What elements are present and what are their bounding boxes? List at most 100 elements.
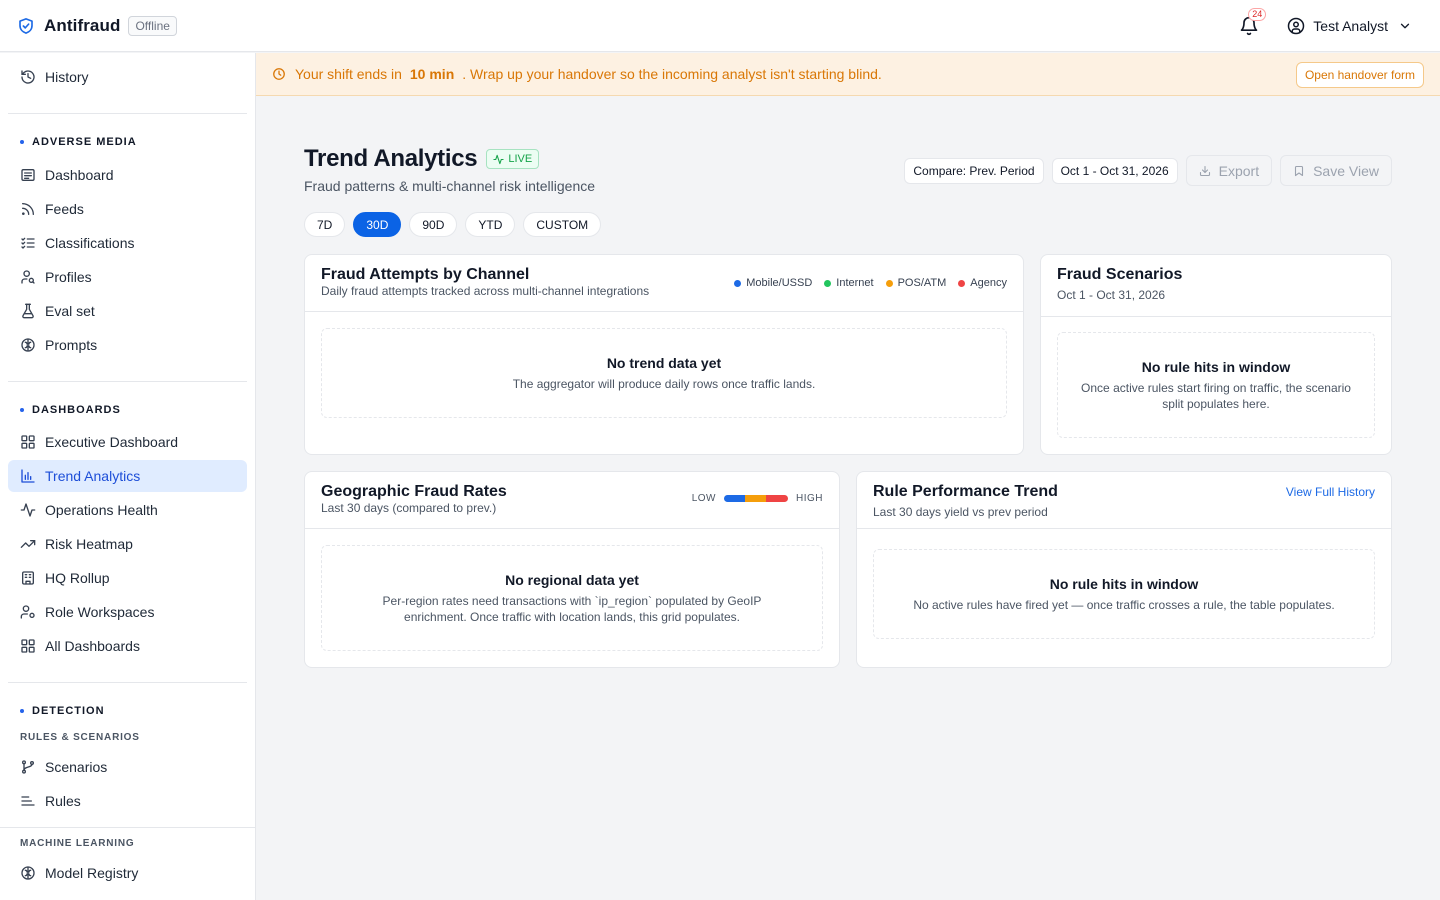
sidebar-item-risk-heatmap[interactable]: Risk Heatmap — [8, 528, 247, 560]
top-bar: Antifraud Offline 24 Test Analyst — [0, 0, 1440, 52]
sidebar-item-trend-analytics[interactable]: Trend Analytics — [8, 460, 247, 492]
empty-description: Once active rules start firing on traffi… — [1081, 381, 1351, 411]
building-icon — [22, 571, 34, 585]
scale-low-label: LOW — [691, 493, 716, 504]
flask-icon — [22, 303, 34, 319]
page-title: Trend Analytics — [304, 145, 478, 172]
sidebar-item-history[interactable]: History — [8, 61, 247, 93]
empty-title: No rule hits in window — [1049, 576, 1199, 592]
empty-description: The aggregator will produce daily rows o… — [512, 377, 816, 391]
sidebar-item-label: Dashboard — [45, 167, 114, 183]
card-subtitle: Last 30 days (compared to prev.) — [321, 501, 497, 515]
range-7d[interactable]: 7D — [304, 212, 346, 237]
rate-scale: LOW HIGH — [692, 493, 823, 504]
section-heading-dashboards: DASHBOARDS — [20, 404, 121, 416]
sidebar-item-label: History — [45, 69, 89, 85]
card-title: Fraud Scenarios — [1057, 266, 1183, 283]
sidebar-item-rules[interactable]: Rules — [8, 785, 247, 817]
compare-select[interactable]: Compare: Prev. Period — [904, 157, 1044, 184]
card-subtitle: Last 30 days yield vs prev period — [873, 505, 1048, 519]
page-subtitle: Fraud patterns & multi-channel risk inte… — [304, 178, 596, 194]
view-full-history-link[interactable]: View Full History — [1286, 485, 1375, 499]
sidebar-item-classifications[interactable]: Classifications — [8, 227, 247, 259]
empty-title: No regional data yet — [505, 572, 639, 588]
empty-title: No rule hits in window — [1141, 359, 1291, 375]
user-cog-icon — [20, 605, 35, 619]
divider — [8, 682, 247, 683]
git-branch-icon — [22, 760, 34, 774]
sidebar-item-model-registry[interactable]: Model Registry — [8, 857, 247, 889]
card-subtitle: Daily fraud attempts tracked across mult… — [321, 284, 650, 298]
section-heading-adverse-media: ADVERSE MEDIA — [20, 136, 137, 148]
trending-up-icon — [20, 540, 36, 548]
empty-state: No trend data yet The aggregator will pr… — [321, 328, 1007, 418]
empty-description: No active rules have fired yet — once tr… — [913, 598, 1335, 612]
empty-title: No trend data yet — [606, 355, 722, 371]
sidebar-item-eval-set[interactable]: Eval set — [8, 295, 247, 327]
empty-state: No rule hits in window No active rules h… — [873, 549, 1375, 639]
sidebar-item-label: Classifications — [45, 235, 135, 251]
scenarios-card: Fraud Scenarios Oct 1 - Oct 31, 2026 No … — [1040, 254, 1392, 455]
user-name: Test Analyst — [1313, 18, 1388, 34]
user-menu[interactable]: Test Analyst — [1287, 17, 1412, 35]
shield-icon — [19, 17, 33, 34]
date-range-picker[interactable]: Oct 1 - Oct 31, 2026 — [1051, 157, 1178, 184]
divider — [1041, 316, 1391, 317]
sidebar-item-label: Role Workspaces — [45, 604, 155, 620]
range-ytd[interactable]: YTD — [465, 212, 516, 237]
clock-icon — [273, 68, 285, 80]
brand[interactable]: Antifraud Offline — [17, 15, 177, 36]
shift-banner: Your shift ends in 10 min. Wrap up your h… — [256, 53, 1440, 96]
subsection-heading-rules: RULES & SCENARIOS — [20, 732, 140, 743]
sidebar-item-executive-dashboard[interactable]: Executive Dashboard — [8, 426, 247, 458]
divider — [8, 113, 247, 114]
app-name: Antifraud — [44, 15, 121, 35]
sidebar-item-label: Feeds — [45, 201, 84, 217]
sidebar-item-scenarios[interactable]: Scenarios — [8, 751, 247, 783]
sidebar-item-label: Eval set — [45, 303, 95, 319]
subsection-heading-ml: MACHINE LEARNING — [20, 838, 135, 849]
sidebar-item-hq-rollup[interactable]: HQ Rollup — [8, 562, 247, 594]
grid-icon — [21, 639, 35, 653]
sidebar-item-profiles[interactable]: Profiles — [8, 261, 247, 293]
brain-icon — [21, 866, 35, 880]
history-icon — [21, 70, 35, 84]
sidebar-item-feeds[interactable]: Feeds — [8, 193, 247, 225]
range-30d[interactable]: 30D — [353, 212, 402, 237]
sidebar-item-label: Trend Analytics — [45, 468, 141, 484]
notifications-button[interactable]: 24 — [1239, 8, 1267, 36]
sidebar-item-role-workspaces[interactable]: Role Workspaces — [8, 596, 247, 628]
user-circle-icon — [1288, 17, 1305, 35]
bar-chart-icon — [21, 469, 35, 483]
legend-item: POS/ATM — [885, 277, 946, 289]
sidebar-item-dashboard[interactable]: Dashboard — [8, 159, 247, 191]
download-icon — [1199, 165, 1210, 176]
chevron-down-icon — [1400, 23, 1410, 29]
card-title: Geographic Fraud Rates — [321, 483, 507, 500]
pulse-icon — [493, 154, 504, 164]
sidebar-item-operations-health[interactable]: Operations Health — [8, 494, 247, 526]
grid-icon — [21, 435, 35, 449]
divider — [305, 528, 839, 529]
banner-text: Your shift ends in 10 min. Wrap up your h… — [295, 66, 882, 82]
sidebar-item-all-dashboards[interactable]: All Dashboards — [8, 630, 247, 662]
sidebar-item-label: Risk Heatmap — [45, 536, 133, 552]
range-90d[interactable]: 90D — [409, 212, 458, 237]
chart-legend: Mobile/USSD Internet POS/ATM Agency — [722, 277, 1007, 289]
status-badge: Offline — [128, 15, 177, 36]
divider — [8, 381, 247, 382]
card-subtitle: Oct 1 - Oct 31, 2026 — [1057, 288, 1166, 302]
export-button[interactable]: Export — [1185, 155, 1273, 186]
open-handover-button[interactable]: Open handover form — [1295, 62, 1424, 88]
legend-item: Internet — [824, 277, 874, 289]
list-filter-icon — [21, 796, 35, 806]
sidebar-item-label: Rules — [45, 793, 81, 809]
divider — [305, 311, 1023, 312]
scale-high-label: HIGH — [796, 493, 823, 504]
brain-icon — [21, 338, 35, 352]
divider — [0, 827, 255, 828]
legend-item: Agency — [958, 277, 1007, 289]
sidebar-item-prompts[interactable]: Prompts — [8, 329, 247, 361]
range-custom[interactable]: CUSTOM — [523, 212, 602, 237]
save-view-button[interactable]: Save View — [1280, 155, 1392, 186]
